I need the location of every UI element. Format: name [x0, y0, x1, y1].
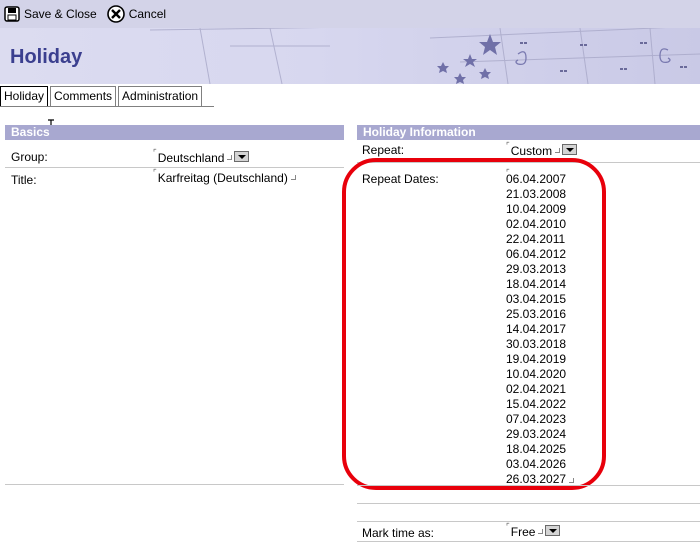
repeat-label: Repeat: [362, 143, 405, 157]
row-divider [357, 541, 700, 542]
group-dropdown-button[interactable] [234, 151, 250, 162]
tab-administration[interactable]: Administration [118, 86, 203, 107]
toolbar: Save & Close Cancel [0, 0, 700, 28]
row-divider [5, 484, 344, 485]
repeat-dates-highlight [342, 158, 606, 490]
tab-holiday[interactable]: Holiday [0, 86, 49, 107]
repeat-field[interactable]: ⌜ Custom [506, 141, 578, 158]
save-close-label: Save & Close [24, 7, 97, 21]
floppy-disk-icon [4, 6, 20, 22]
mark-time-value: Free [510, 525, 536, 539]
repeat-dropdown-button[interactable] [562, 144, 578, 155]
cancel-label: Cancel [128, 7, 167, 21]
title-label: Title: [11, 173, 37, 187]
field-marker-icon: ⌜ [153, 148, 157, 157]
row-divider [357, 485, 700, 486]
row-divider [357, 503, 700, 504]
repeat-value: Custom [510, 144, 553, 158]
tab-bar: Holiday Comments Administration [0, 86, 204, 108]
title-value: Karfreitag (Deutschland) [157, 171, 288, 185]
save-close-button[interactable]: Save & Close [4, 6, 97, 22]
field-marker-icon: ⌜ [506, 522, 510, 531]
mark-time-dropdown-button[interactable] [545, 525, 561, 536]
mark-time-field[interactable]: ⌜ Free [506, 522, 561, 539]
group-field[interactable]: ⌜ Deutschland [153, 148, 250, 165]
field-end-icon [290, 175, 296, 180]
field-end-icon [538, 529, 544, 534]
tab-comments[interactable]: Comments [50, 86, 117, 107]
cancel-button[interactable]: Cancel [106, 5, 167, 23]
holiday-info-section-header: Holiday Information [357, 125, 700, 140]
group-label: Group: [11, 150, 48, 164]
calendar-stars-decoration [149, 28, 700, 84]
cancel-x-icon [106, 5, 125, 23]
title-field[interactable]: ⌜ Karfreitag (Deutschland) [153, 168, 296, 185]
group-value: Deutschland [157, 151, 225, 165]
field-end-icon [555, 148, 561, 153]
field-end-icon [227, 155, 233, 160]
basics-section-header: Basics [5, 125, 344, 140]
field-marker-icon: ⌜ [153, 168, 157, 177]
mark-time-label: Mark time as: [362, 526, 435, 540]
header-banner: Holiday [0, 28, 700, 84]
page-title: Holiday [10, 46, 83, 68]
field-marker-icon: ⌜ [506, 141, 510, 150]
tab-divider [0, 106, 214, 107]
